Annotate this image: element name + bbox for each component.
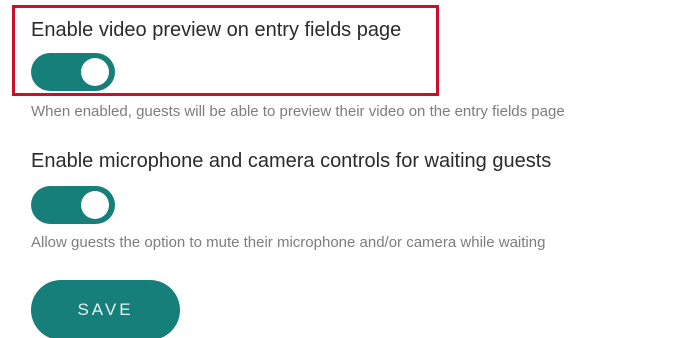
toggle-av-controls[interactable] [31,186,115,224]
toggle-video-preview[interactable] [31,53,115,91]
setting-title-av-controls: Enable microphone and camera controls fo… [31,150,552,172]
save-button[interactable]: SAVE [31,280,180,338]
toggle-av-controls-wrapper [31,186,115,224]
toggle-knob [81,58,109,86]
toggle-video-preview-wrapper [31,53,115,91]
setting-av-controls: Enable microphone and camera controls fo… [31,149,551,173]
help-text-av-controls: Allow guests the option to mute their mi… [31,234,546,251]
toggle-knob [81,191,109,219]
help-text-video-preview: When enabled, guests will be able to pre… [31,103,565,120]
setting-video-preview: Enable video preview on entry fields pag… [31,18,401,42]
setting-title-video-preview: Enable video preview on entry fields pag… [31,19,402,41]
settings-panel: Enable video preview on entry fields pag… [0,0,697,338]
